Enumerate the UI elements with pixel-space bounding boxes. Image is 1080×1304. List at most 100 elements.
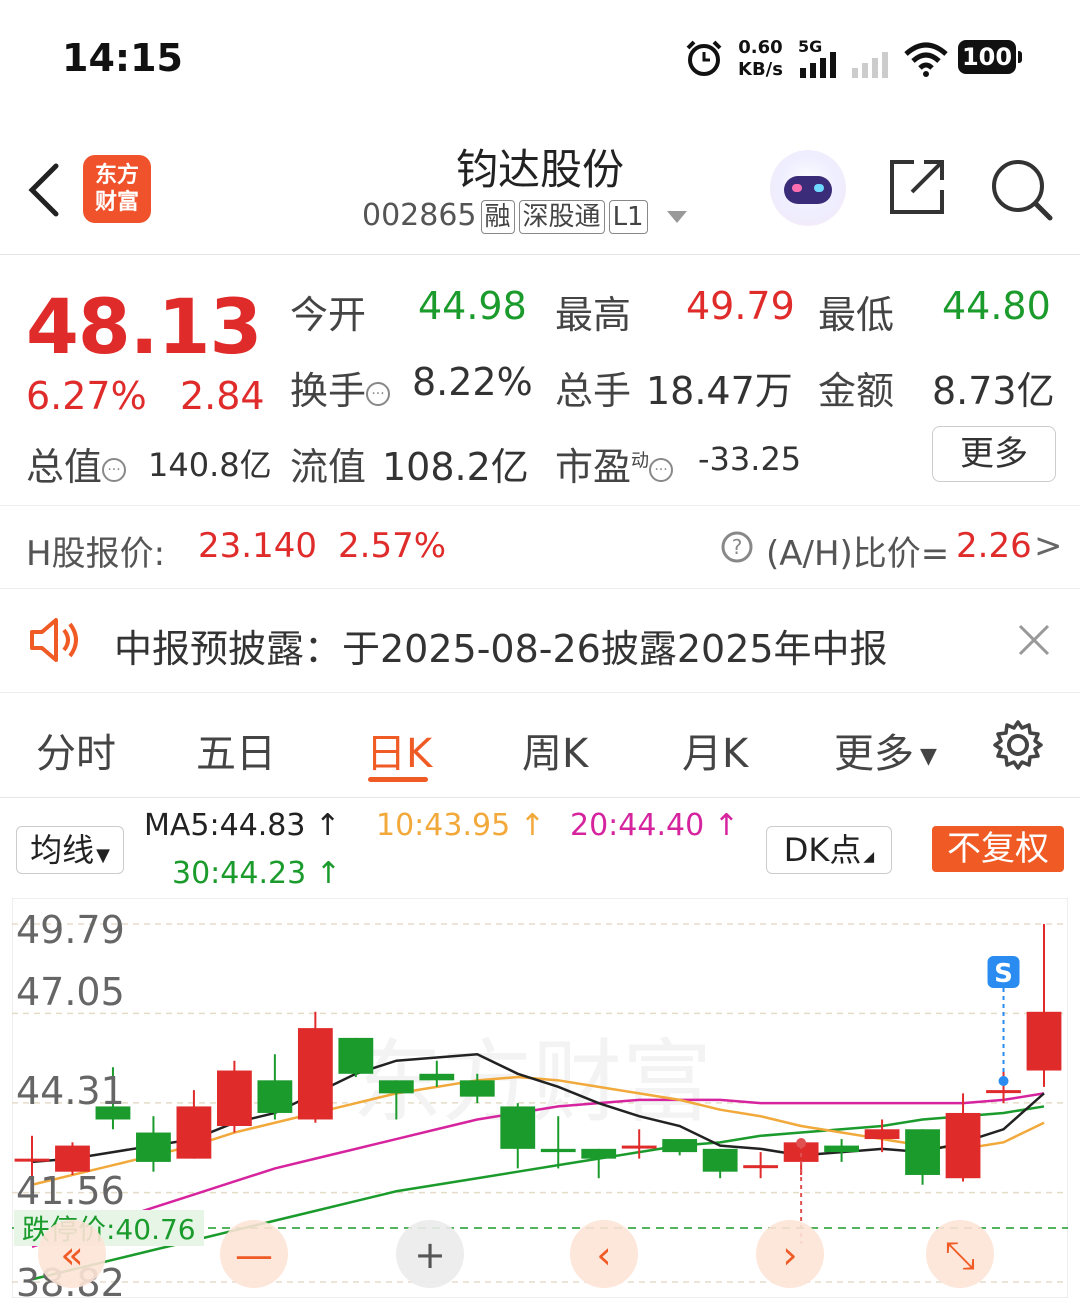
caret-down-icon: ▼ — [96, 845, 110, 866]
price-label: 41.56 — [16, 1169, 125, 1213]
buy-marker-dot — [796, 1138, 807, 1149]
more-button[interactable]: 更多 — [932, 426, 1056, 482]
candle-body — [905, 1129, 940, 1175]
wifi-icon — [904, 42, 948, 77]
sell-marker-dot — [998, 1076, 1009, 1086]
tab-monthly-k[interactable]: 月K — [682, 721, 748, 779]
h-share-price: 23.140 — [198, 526, 317, 566]
tag-connect: 深股通 — [518, 200, 605, 234]
robot-icon — [784, 176, 832, 204]
candle-body — [419, 1073, 455, 1081]
mktcap-value: 140.8亿 — [148, 446, 272, 484]
candle-body — [500, 1106, 536, 1149]
candle-body — [945, 1112, 981, 1179]
volume-value: 18.47万 — [646, 369, 793, 413]
ma30-value: 30:44.23 ↑ — [172, 856, 341, 891]
ma-selector[interactable]: 均线 ▼ — [16, 826, 124, 874]
candle-body — [702, 1148, 738, 1172]
speaker-icon — [30, 618, 78, 662]
assistant-avatar[interactable] — [770, 150, 846, 226]
candle-body — [743, 1165, 779, 1169]
price-label: 47.05 — [16, 970, 125, 1014]
candle-body — [621, 1145, 657, 1149]
tab-weekly-k[interactable]: 周K — [522, 721, 588, 779]
notice-bar[interactable]: 中报预披露：于2025-08-26披露2025年中报 — [0, 588, 1080, 693]
high-label: 最高 — [555, 293, 632, 337]
h-share-row[interactable]: H股报价: 23.140 2.57% ? (A/H)比价= 2.26 > — [0, 505, 1080, 589]
candle-body — [14, 1158, 50, 1162]
candle-body — [338, 1037, 374, 1074]
settings-gear-icon[interactable] — [992, 719, 1044, 771]
h-share-pct: 2.57% — [338, 526, 447, 566]
clock: 14:15 — [62, 36, 183, 80]
amount-value: 8.73亿 — [932, 369, 1055, 413]
candle-body — [864, 1129, 900, 1140]
alarm-icon — [686, 40, 722, 76]
candle-body — [581, 1148, 617, 1159]
search-icon[interactable] — [988, 156, 1054, 222]
share-icon[interactable] — [886, 156, 948, 218]
tag-margin: 融 — [480, 200, 515, 234]
chevron-right-icon: > — [1034, 526, 1063, 566]
ma20-value: 20:44.40 ↑ — [570, 808, 739, 843]
open-value: 44.98 — [418, 284, 527, 328]
kline-chart[interactable]: 东方财富 S 49.7947.0544.3141.5638.82 跌停价:40.… — [12, 898, 1068, 1298]
zoom-out-control-icon: — — [235, 1233, 273, 1277]
svg-text:?: ? — [732, 535, 743, 559]
adjust-toggle[interactable]: 不复权 — [932, 826, 1064, 872]
candle-body — [824, 1145, 860, 1153]
tab-five-day[interactable]: 五日 — [196, 721, 276, 779]
low-value: 44.80 — [942, 284, 1051, 328]
active-tab-indicator — [368, 777, 428, 782]
fullscreen-control-icon: ⤡ — [945, 1233, 975, 1277]
candle-body — [378, 1080, 414, 1094]
candle-body — [1026, 1011, 1062, 1071]
low-label: 最低 — [818, 293, 895, 337]
help-icon[interactable]: ? — [720, 530, 754, 564]
turnover-label: 换手 ··· — [290, 360, 391, 415]
candle-body — [136, 1132, 171, 1162]
corner-triangle-icon: ◢ — [863, 849, 875, 865]
candle-body — [176, 1106, 212, 1159]
stock-code: 002865 — [362, 198, 477, 233]
tab-intraday[interactable]: 分时 — [36, 721, 116, 779]
pe-label: 市盈动 ··· — [555, 436, 674, 491]
amount-label: 金额 — [818, 369, 895, 413]
rewind-control-icon: « — [60, 1233, 83, 1277]
zoom-in-control-icon: + — [414, 1233, 446, 1277]
tab-more[interactable]: 更多 ▼ — [834, 721, 937, 779]
pe-value: -33.25 — [698, 440, 802, 478]
candle-body — [55, 1145, 90, 1172]
info-icon[interactable]: ··· — [366, 381, 391, 406]
change-abs: 2.84 — [180, 374, 265, 418]
price-label: 44.31 — [16, 1069, 125, 1113]
sell-marker-label: S — [994, 959, 1013, 989]
info-icon[interactable]: ··· — [102, 457, 127, 482]
ma5-value: MA5:44.83 ↑ — [144, 808, 341, 843]
candle-body — [986, 1090, 1021, 1094]
info-icon[interactable]: ··· — [649, 457, 674, 482]
period-tabs: 分时 五日 日K 周K 月K 更多 ▼ — [0, 693, 1080, 798]
caret-down-icon: ▼ — [920, 743, 937, 769]
prev-control-icon: ‹ — [596, 1233, 611, 1277]
ah-ratio-label: (A/H)比价= — [766, 534, 950, 574]
stock-code-line: 002865 融深股通 L1 — [362, 198, 688, 234]
net-speed: 0.60 KB/s — [738, 37, 783, 80]
next-control-icon: › — [782, 1233, 797, 1277]
tab-daily-k[interactable]: 日K — [366, 721, 432, 779]
float-value: 108.2亿 — [382, 445, 529, 489]
high-value: 49.79 — [686, 284, 795, 328]
stock-header: 东方 财富 钧达股份 002865 融深股通 L1 — [0, 110, 1080, 255]
mktcap-label: 总值 ··· — [26, 436, 127, 491]
dropdown-icon[interactable] — [667, 210, 688, 223]
last-price: 48.13 — [26, 282, 262, 371]
status-bar: 14:15 0.60 KB/s 5G 100 — [0, 0, 1080, 110]
candle-body — [216, 1070, 252, 1127]
candle-body — [662, 1139, 698, 1153]
close-icon[interactable] — [1016, 622, 1052, 658]
dk-point-toggle[interactable]: DK点 ◢ — [766, 826, 892, 874]
tag-level: L1 — [608, 200, 648, 234]
float-label: 流值 — [290, 445, 367, 489]
price-label: 49.79 — [16, 908, 125, 952]
candle-body — [297, 1028, 333, 1120]
